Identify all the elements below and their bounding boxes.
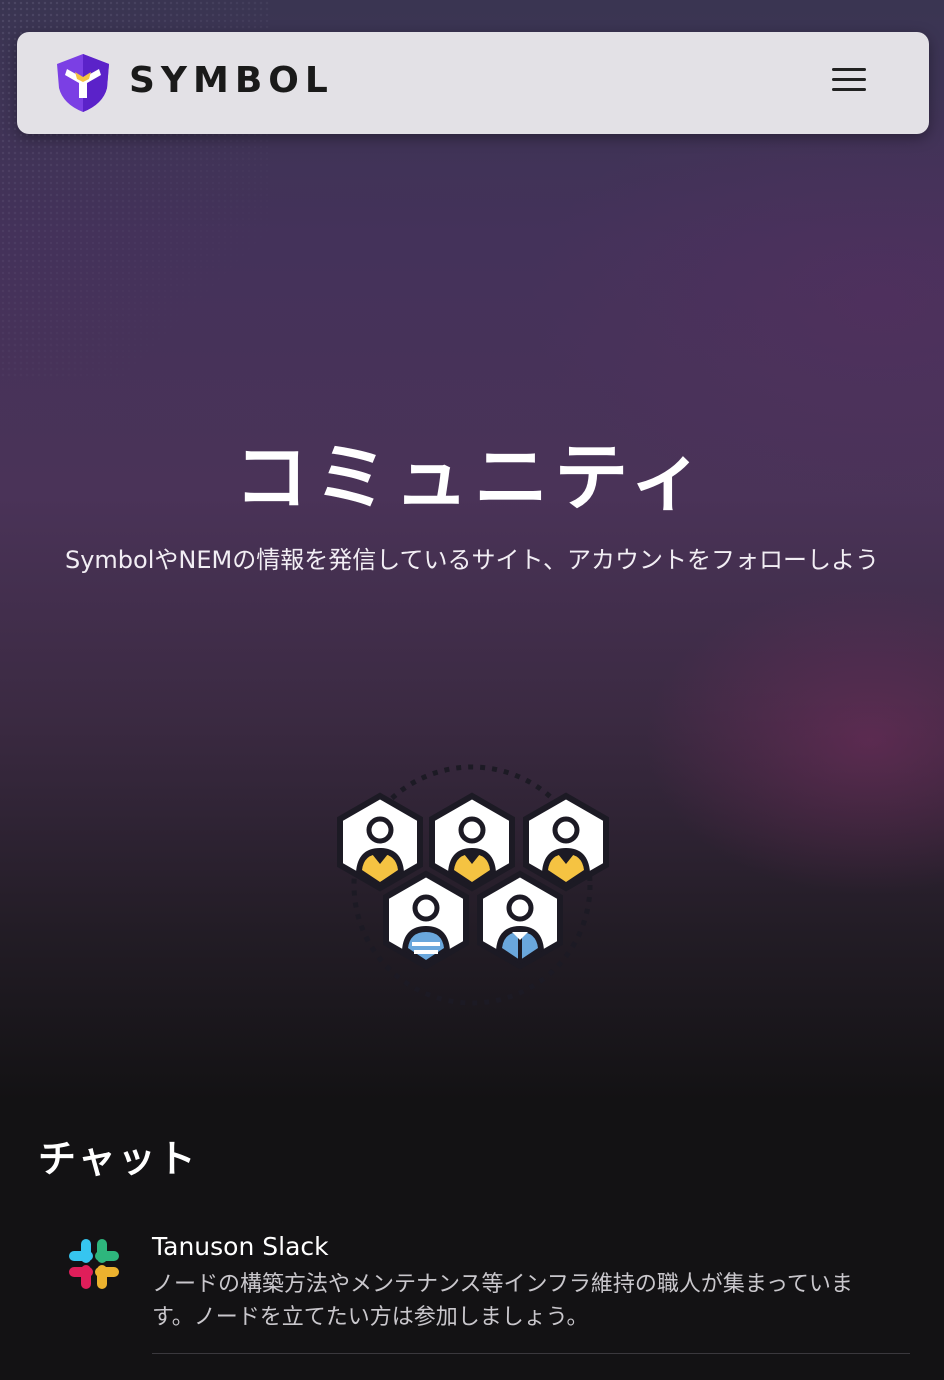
hamburger-menu-icon[interactable]	[827, 68, 871, 98]
list-divider	[152, 1353, 910, 1354]
chat-item-description: ノードの構築方法やメンテナンス等インフラ維持の職人が集まっています。ノードを立て…	[152, 1272, 853, 1330]
site-header: SYMBOL	[17, 32, 929, 134]
slack-icon	[69, 1239, 119, 1289]
page-subtitle: SymbolやNEMの情報を発信しているサイト、アカウントをフォローしよう	[64, 546, 880, 574]
hero-section: SYMBOL コミュニティ SymbolやNEMの情報を発信しているサイト、アカ…	[0, 0, 944, 1100]
chat-section-title: チャット	[38, 1137, 198, 1181]
page-title: コミュニティ	[234, 435, 710, 521]
brand-name[interactable]: SYMBOL	[129, 60, 334, 101]
community-people-icon	[332, 764, 612, 1006]
symbol-logo-icon[interactable]	[53, 52, 113, 114]
chat-item-name[interactable]: Tanuson Slack	[152, 1232, 329, 1261]
